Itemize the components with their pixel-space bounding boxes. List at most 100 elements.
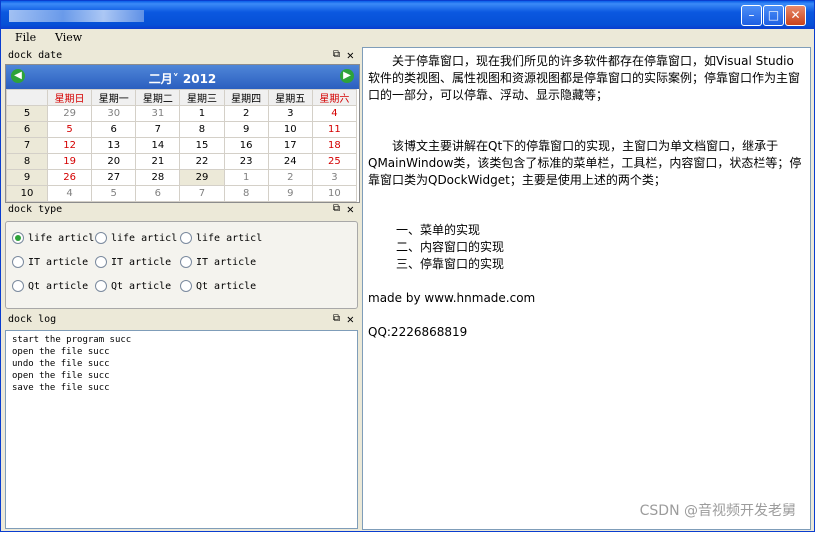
float-icon[interactable]: ⧉ xyxy=(333,49,340,60)
central-text-editor[interactable]: 关于停靠窗口，现在我们所见的许多软件都存在停靠窗口，如Visual Studio… xyxy=(362,47,811,530)
radio-qt-article-3[interactable]: Qt article xyxy=(180,280,270,294)
radio-label: life articl xyxy=(196,233,263,244)
float-icon[interactable]: ⧉ xyxy=(333,203,340,214)
radio-unchecked-icon xyxy=(180,232,192,244)
close-icon[interactable]: ✕ xyxy=(347,48,354,62)
calendar-day[interactable]: 16 xyxy=(223,137,269,154)
calendar-week-row: 5 29 30 31 1 2 3 4 xyxy=(6,105,358,122)
calendar-day[interactable]: 1 xyxy=(179,105,225,122)
week-number: 6 xyxy=(6,121,48,138)
calendar-day[interactable]: 10 xyxy=(267,121,313,138)
calendar-day[interactable]: 8 xyxy=(223,185,269,202)
calendar-day[interactable]: 9 xyxy=(267,185,313,202)
radio-life-article-3[interactable]: life articl xyxy=(180,232,270,246)
calendar-day[interactable]: 23 xyxy=(223,153,269,170)
radio-label: life articl xyxy=(28,233,95,244)
calendar-day[interactable]: 14 xyxy=(135,137,181,154)
radio-label: IT article xyxy=(111,257,172,268)
calendar-day-today[interactable]: 29 xyxy=(179,169,225,186)
weekday-label: 星期四 xyxy=(223,89,269,106)
calendar-day[interactable]: 24 xyxy=(267,153,313,170)
menu-bar: File View xyxy=(5,29,811,47)
maximize-button[interactable]: □ xyxy=(763,5,784,26)
calendar-nav: ◀ 二月˅ 2012 ▶ xyxy=(6,65,359,89)
calendar-month-year[interactable]: 二月˅ 2012 xyxy=(6,70,359,87)
calendar-day[interactable]: 18 xyxy=(311,137,358,154)
calendar-week-row: 9 26 27 28 29 1 2 3 xyxy=(6,169,358,186)
radio-label: IT article xyxy=(196,257,257,268)
calendar-day[interactable]: 11 xyxy=(311,121,358,138)
calendar-day[interactable]: 8 xyxy=(179,121,225,138)
title-bar[interactable]: – □ ✕ xyxy=(1,1,814,29)
calendar-day[interactable]: 25 xyxy=(311,153,358,170)
calendar-day[interactable]: 7 xyxy=(135,121,181,138)
radio-label: Qt article xyxy=(196,281,257,292)
next-month-button[interactable]: ▶ xyxy=(340,69,354,83)
radio-it-article-3[interactable]: IT article xyxy=(180,256,270,270)
radio-unchecked-icon xyxy=(12,256,24,268)
calendar-day[interactable]: 17 xyxy=(267,137,313,154)
content-list-item: 一、菜单的实现 xyxy=(396,223,481,237)
calendar-day[interactable]: 5 xyxy=(46,121,93,138)
calendar-day[interactable]: 6 xyxy=(135,185,181,202)
content-paragraph-2: 该博文主要讲解在Qt下的停靠窗口的实现，主窗口为单文档窗口，继承于QMainWi… xyxy=(368,139,802,187)
calendar-day[interactable]: 10 xyxy=(311,185,358,202)
calendar: ◀ 二月˅ 2012 ▶ 星期日 星期一 星期二 星期三 星期四 星期五 星期六… xyxy=(5,64,360,203)
minimize-button[interactable]: – xyxy=(741,5,762,26)
close-icon[interactable]: ✕ xyxy=(347,202,354,216)
menu-file[interactable]: File xyxy=(15,31,36,44)
calendar-day[interactable]: 22 xyxy=(179,153,225,170)
radio-it-article-1[interactable]: IT article xyxy=(12,256,96,270)
radio-unchecked-icon xyxy=(180,280,192,292)
weekday-label: 星期五 xyxy=(267,89,313,106)
radio-label: Qt article xyxy=(28,281,89,292)
calendar-day[interactable]: 12 xyxy=(46,137,93,154)
calendar-day[interactable]: 5 xyxy=(91,185,137,202)
radio-qt-article-1[interactable]: Qt article xyxy=(12,280,96,294)
calendar-week-row: 10 4 5 6 7 8 9 10 xyxy=(6,185,358,202)
calendar-day[interactable]: 9 xyxy=(223,121,269,138)
radio-unchecked-icon xyxy=(95,232,107,244)
dock-type-titlebar[interactable]: dock type ⧉ ✕ xyxy=(5,202,358,218)
calendar-day[interactable]: 28 xyxy=(135,169,181,186)
content-list-item: 二、内容窗口的实现 xyxy=(396,240,505,254)
calendar-day[interactable]: 3 xyxy=(267,105,313,122)
weekday-label: 星期三 xyxy=(179,89,225,106)
dock-log-titlebar[interactable]: dock log ⧉ ✕ xyxy=(5,312,358,328)
calendar-day[interactable]: 19 xyxy=(46,153,93,170)
radio-unchecked-icon xyxy=(12,280,24,292)
close-icon[interactable]: ✕ xyxy=(347,312,354,326)
calendar-day[interactable]: 6 xyxy=(91,121,137,138)
calendar-day[interactable]: 29 xyxy=(46,105,93,122)
radio-qt-article-2[interactable]: Qt article xyxy=(95,280,179,294)
radio-it-article-2[interactable]: IT article xyxy=(95,256,179,270)
week-number: 8 xyxy=(6,153,48,170)
calendar-day[interactable]: 15 xyxy=(179,137,225,154)
menu-view[interactable]: View xyxy=(55,31,82,44)
calendar-day[interactable]: 21 xyxy=(135,153,181,170)
calendar-day[interactable]: 27 xyxy=(91,169,137,186)
radio-life-article-1[interactable]: life articl xyxy=(12,232,96,246)
calendar-day[interactable]: 30 xyxy=(91,105,137,122)
week-number: 5 xyxy=(6,105,48,122)
calendar-day[interactable]: 2 xyxy=(223,105,269,122)
log-line: open the file succ xyxy=(12,347,110,357)
radio-life-article-2[interactable]: life articl xyxy=(95,232,179,246)
log-line: start the program succ xyxy=(12,335,132,345)
calendar-day[interactable]: 26 xyxy=(46,169,93,186)
week-number: 9 xyxy=(6,169,48,186)
float-icon[interactable]: ⧉ xyxy=(333,313,340,324)
week-number: 10 xyxy=(6,185,48,202)
calendar-day[interactable]: 20 xyxy=(91,153,137,170)
calendar-day[interactable]: 1 xyxy=(223,169,269,186)
dock-date-titlebar[interactable]: dock date ⧉ ✕ xyxy=(5,48,358,64)
calendar-day[interactable]: 4 xyxy=(311,105,358,122)
calendar-day[interactable]: 13 xyxy=(91,137,137,154)
calendar-day[interactable]: 4 xyxy=(46,185,93,202)
calendar-day[interactable]: 7 xyxy=(179,185,225,202)
calendar-day[interactable]: 3 xyxy=(311,169,358,186)
log-text-area[interactable]: start the program succ open the file suc… xyxy=(5,330,358,529)
calendar-day[interactable]: 2 xyxy=(267,169,313,186)
calendar-day[interactable]: 31 xyxy=(135,105,181,122)
close-button[interactable]: ✕ xyxy=(785,5,806,26)
